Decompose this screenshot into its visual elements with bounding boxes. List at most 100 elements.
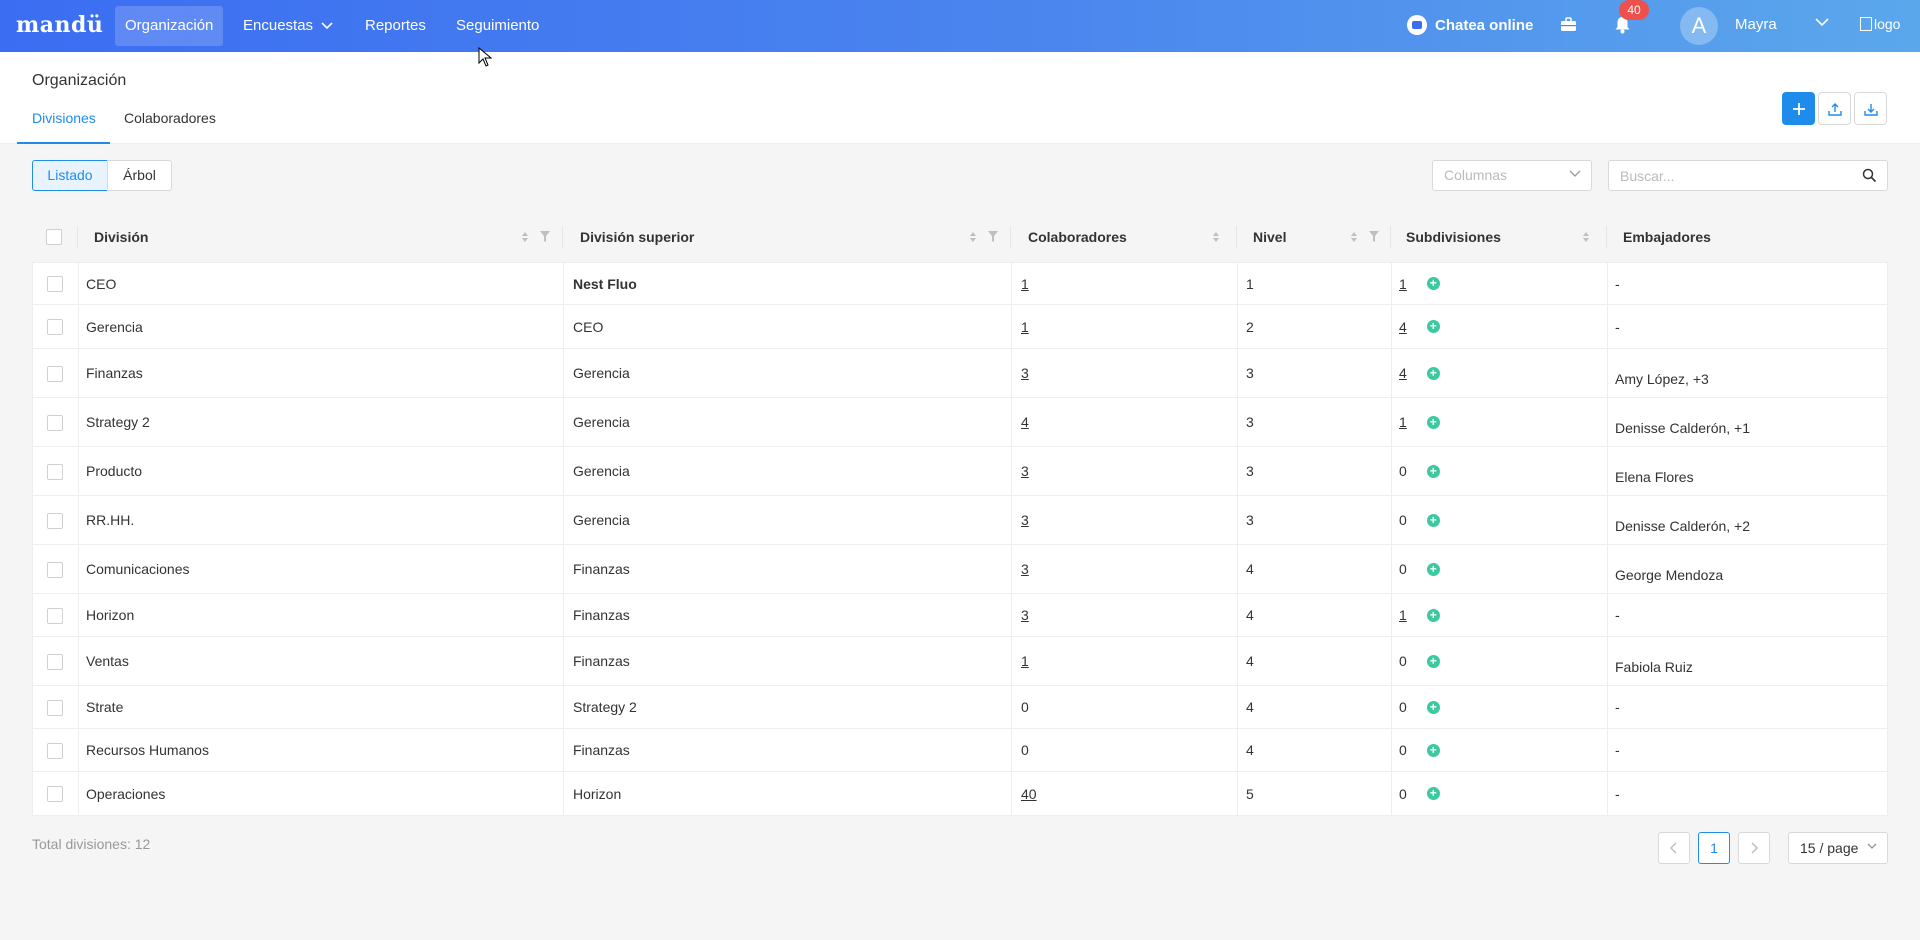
search-icon[interactable] [1862, 168, 1877, 183]
row-checkbox[interactable] [47, 561, 63, 578]
download-button[interactable] [1854, 92, 1887, 125]
nav-seguimiento[interactable]: Seguimiento [446, 6, 549, 46]
sort-icon[interactable] [521, 231, 529, 243]
chevron-down-icon[interactable] [1815, 18, 1829, 27]
embajadores-value: - [1615, 785, 1620, 802]
colaboradores-link[interactable]: 3 [1021, 365, 1029, 381]
add-subdivision-icon[interactable]: + [1426, 654, 1440, 668]
header-nivel[interactable]: Nivel [1253, 212, 1286, 262]
table-row[interactable]: Finanzas Gerencia 3 3 4 + Amy López, +3 [33, 349, 1887, 398]
chat-online-button[interactable]: Chatea online [1407, 15, 1533, 35]
row-checkbox[interactable] [47, 365, 63, 382]
table-row[interactable]: Gerencia CEO 1 2 4 + - [33, 305, 1887, 349]
add-subdivision-icon[interactable]: + [1426, 787, 1440, 800]
upload-button[interactable] [1818, 92, 1851, 125]
sort-icon[interactable] [1350, 231, 1358, 243]
next-page-button[interactable] [1738, 832, 1770, 864]
colaboradores-link[interactable]: 1 [1021, 653, 1029, 669]
table-row[interactable]: Comunicaciones Finanzas 3 4 0 + George Me… [33, 545, 1887, 594]
table-row[interactable]: Ventas Finanzas 1 4 0 + Fabiola Ruiz [33, 637, 1887, 686]
table-row[interactable]: Producto Gerencia 3 3 0 + Elena Flores [33, 447, 1887, 496]
add-subdivision-icon[interactable]: + [1426, 608, 1440, 622]
main-content: Listado Árbol Columnas División División… [0, 144, 1920, 940]
header-colaboradores[interactable]: Colaboradores [1028, 212, 1127, 262]
app-logo[interactable]: mandü [16, 12, 103, 38]
tab-colaboradores[interactable]: Colaboradores [124, 110, 216, 126]
add-subdivision-icon[interactable]: + [1426, 320, 1440, 333]
briefcase-icon[interactable] [1560, 16, 1577, 33]
subdivisiones-link[interactable]: 4 [1399, 365, 1407, 381]
colaboradores-link[interactable]: 40 [1021, 786, 1037, 802]
colaboradores-link[interactable]: 3 [1021, 463, 1029, 479]
filter-icon[interactable] [1369, 231, 1379, 242]
view-listado-button[interactable]: Listado [32, 160, 108, 191]
page-number-button[interactable]: 1 [1698, 832, 1730, 864]
row-checkbox[interactable] [47, 319, 63, 335]
filter-icon[interactable] [988, 231, 998, 242]
table-row[interactable]: Operaciones Horizon 40 5 0 + - [33, 772, 1887, 815]
table-row[interactable]: Strategy 2 Gerencia 4 3 1 + Denisse Calde… [33, 398, 1887, 447]
user-name[interactable]: Mayra [1735, 16, 1777, 33]
row-checkbox[interactable] [47, 699, 63, 716]
subdivisiones-link[interactable]: 4 [1399, 319, 1407, 335]
search-input[interactable] [1609, 161, 1849, 190]
colaboradores-link[interactable]: 1 [1021, 319, 1029, 335]
subdivisiones-link[interactable]: 1 [1399, 414, 1407, 430]
embajadores-value: - [1615, 699, 1620, 715]
add-subdivision-icon[interactable]: + [1426, 562, 1440, 576]
columns-select[interactable]: Columnas [1432, 160, 1592, 191]
header-division-superior[interactable]: División superior [580, 212, 694, 262]
add-subdivision-icon[interactable]: + [1426, 366, 1440, 380]
colaboradores-link[interactable]: 3 [1021, 512, 1029, 528]
header-division[interactable]: División [94, 212, 148, 262]
upload-icon [1827, 102, 1842, 116]
sort-icon[interactable] [1212, 231, 1220, 243]
division-superior: Nest Fluo [573, 275, 637, 292]
add-subdivision-icon[interactable]: + [1426, 464, 1440, 478]
table-row[interactable]: CEO Nest Fluo 1 1 1 + - [33, 263, 1887, 305]
colaboradores-link[interactable]: 3 [1021, 561, 1029, 577]
nav-organizacion[interactable]: Organización [115, 6, 224, 46]
tab-divisiones[interactable]: Divisiones [32, 110, 96, 126]
colaboradores-link[interactable]: 3 [1021, 607, 1029, 623]
colaboradores-link[interactable]: 4 [1021, 414, 1029, 430]
table-row[interactable]: Horizon Finanzas 3 4 1 + - [33, 594, 1887, 637]
mouse-cursor-icon [478, 47, 492, 67]
add-subdivision-icon[interactable]: + [1426, 415, 1440, 429]
colaboradores-link[interactable]: 1 [1021, 276, 1029, 292]
add-division-button[interactable] [1782, 92, 1815, 125]
add-subdivision-icon[interactable]: + [1426, 700, 1440, 714]
embajadores-value: Fabiola Ruiz [1615, 659, 1693, 675]
add-subdivision-icon[interactable]: + [1426, 513, 1440, 527]
row-checkbox[interactable] [47, 414, 63, 431]
add-subdivision-icon[interactable]: + [1426, 277, 1440, 290]
row-checkbox[interactable] [47, 653, 63, 670]
page-size-select[interactable]: 15 / page [1788, 832, 1888, 864]
row-checkbox[interactable] [47, 463, 63, 480]
subdivisiones-link[interactable]: 1 [1399, 607, 1407, 623]
row-checkbox[interactable] [47, 512, 63, 529]
header-subdivisiones[interactable]: Subdivisiones [1406, 212, 1501, 262]
table-body: CEO Nest Fluo 1 1 1 + - Gerencia CEO 1 2 … [32, 262, 1888, 816]
prev-page-button[interactable] [1658, 832, 1690, 864]
nav-reportes[interactable]: Reportes [355, 6, 436, 46]
view-arbol-button[interactable]: Árbol [107, 160, 172, 191]
division-superior: Gerencia [573, 414, 630, 430]
table-row[interactable]: Strate Strategy 2 0 4 0 + - [33, 686, 1887, 729]
sort-icon[interactable] [969, 231, 977, 243]
row-checkbox[interactable] [47, 742, 63, 759]
nav-encuestas[interactable]: Encuestas [233, 6, 343, 46]
row-checkbox[interactable] [47, 607, 63, 624]
row-checkbox[interactable] [47, 785, 63, 802]
avatar[interactable]: A [1680, 7, 1718, 45]
row-checkbox[interactable] [47, 276, 63, 292]
sort-icon[interactable] [1582, 231, 1590, 243]
add-subdivision-icon[interactable]: + [1426, 743, 1440, 757]
subdivisiones-link[interactable]: 1 [1399, 276, 1407, 292]
filter-icon[interactable] [540, 231, 550, 242]
select-all-checkbox[interactable] [46, 229, 62, 245]
table-row[interactable]: Recursos Humanos Finanzas 0 4 0 + - [33, 729, 1887, 772]
table-row[interactable]: RR.HH. Gerencia 3 3 0 + Denisse Calderón,… [33, 496, 1887, 545]
division-name: Gerencia [86, 318, 143, 335]
subdivisiones-count: 0 [1399, 785, 1407, 802]
